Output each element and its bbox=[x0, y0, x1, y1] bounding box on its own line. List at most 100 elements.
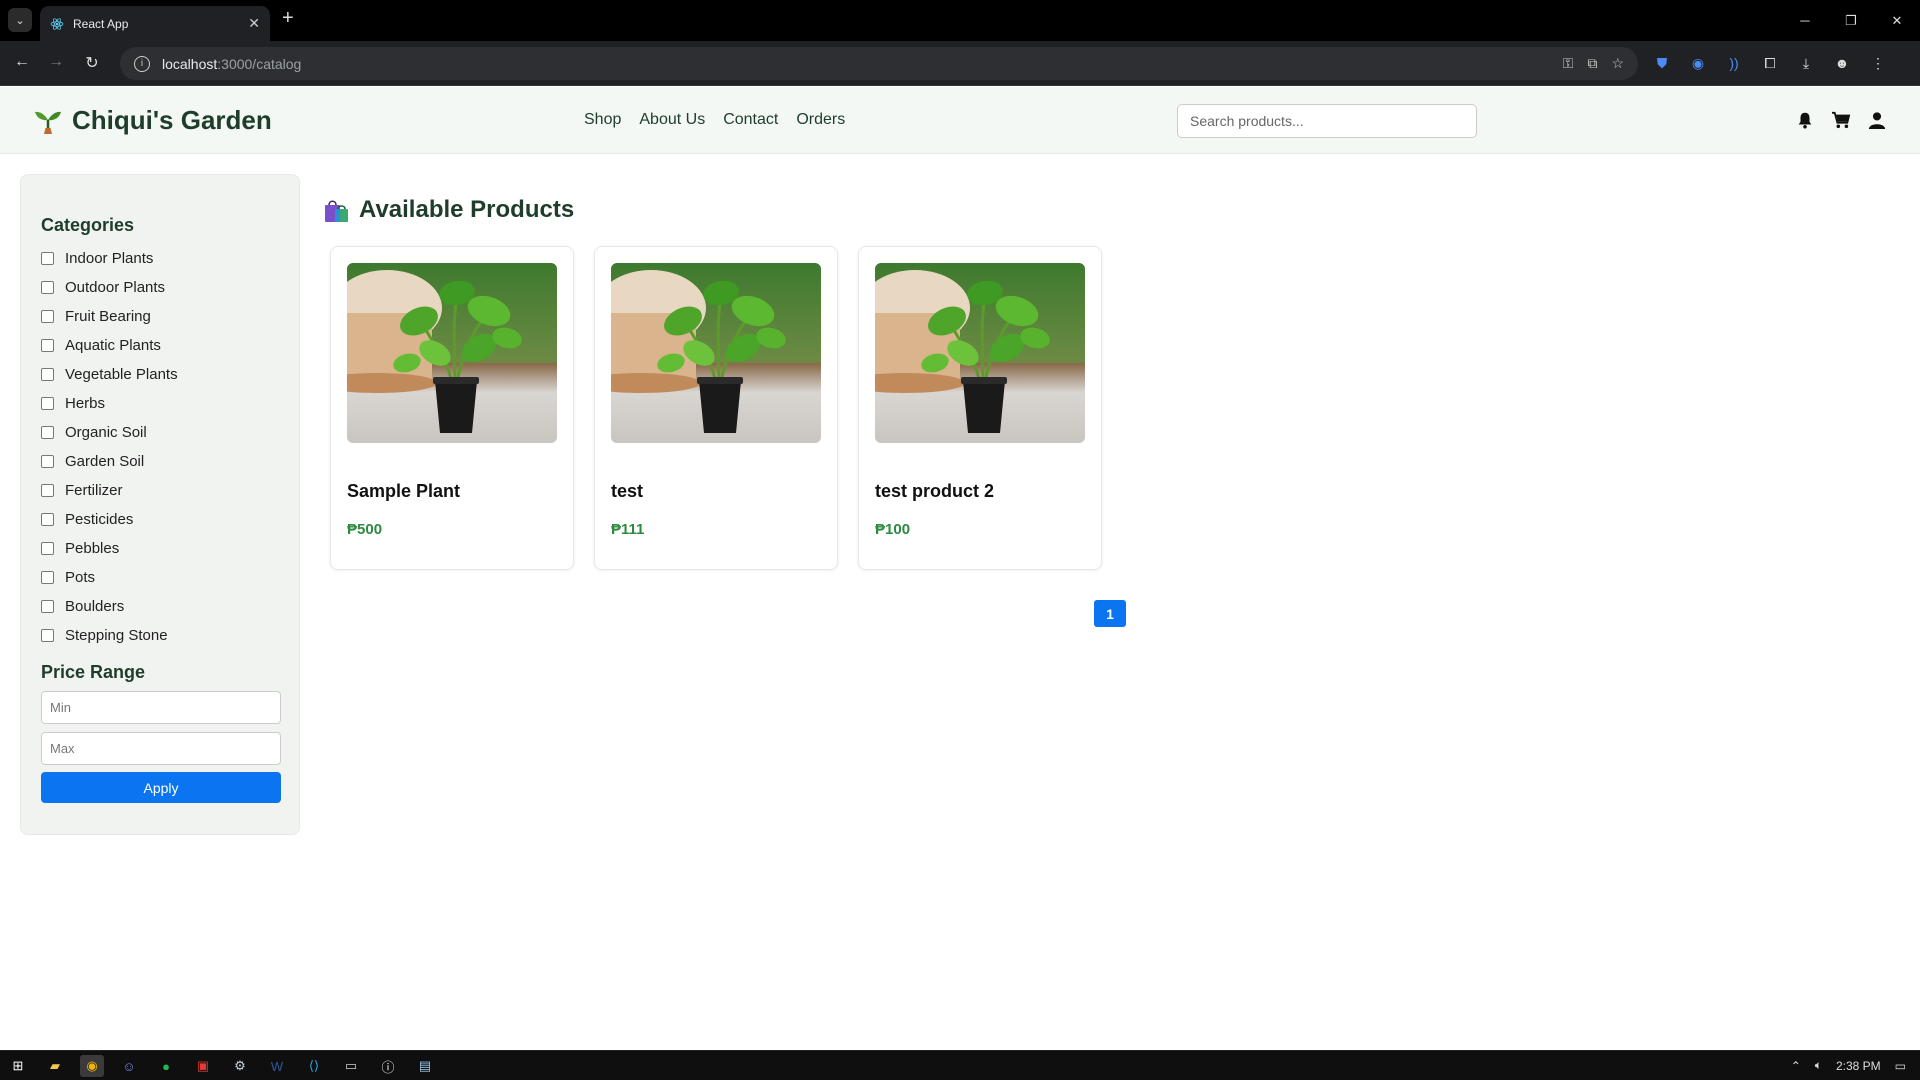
category-item[interactable]: Herbs bbox=[41, 389, 279, 418]
extensions-puzzle-icon[interactable]: ⧠ bbox=[1760, 53, 1780, 73]
word-icon[interactable]: W bbox=[265, 1055, 289, 1077]
user-icon[interactable] bbox=[1866, 109, 1888, 131]
sprout-logo-icon bbox=[35, 111, 61, 134]
category-item[interactable]: Indoor Plants bbox=[41, 244, 279, 273]
product-card[interactable]: test product 2 ₱100 bbox=[858, 246, 1102, 570]
category-checkbox[interactable] bbox=[41, 426, 54, 439]
install-app-icon[interactable]: ⧉ bbox=[1587, 55, 1597, 72]
shield-extension-icon[interactable]: ⛊ bbox=[1652, 53, 1672, 73]
bookmark-star-icon[interactable]: ☆ bbox=[1611, 55, 1624, 72]
site-info-icon[interactable]: i bbox=[134, 55, 150, 72]
search-input[interactable] bbox=[1177, 104, 1477, 138]
category-item[interactable]: Stepping Stone bbox=[41, 621, 279, 650]
category-checkbox[interactable] bbox=[41, 339, 54, 352]
password-key-icon[interactable]: ⚿ bbox=[1563, 55, 1574, 72]
category-item[interactable]: Pots bbox=[41, 563, 279, 592]
address-bar-row: ← → ↻ i localhost:3000/catalog ⚿ ⧉ ☆ ⛊ ◉… bbox=[0, 41, 1920, 86]
max-price-input[interactable] bbox=[41, 732, 281, 765]
tab-close-icon[interactable]: ✕ bbox=[248, 15, 260, 32]
nav-shop[interactable]: Shop bbox=[584, 111, 621, 129]
brand[interactable]: Chiqui's Garden bbox=[32, 104, 272, 136]
product-card[interactable]: test ₱111 bbox=[594, 246, 838, 570]
terminal-icon[interactable]: ▭ bbox=[339, 1055, 363, 1077]
category-checkbox[interactable] bbox=[41, 397, 54, 410]
category-checkbox[interactable] bbox=[41, 513, 54, 526]
reload-icon[interactable]: ↻ bbox=[82, 53, 102, 73]
category-item[interactable]: Fertilizer bbox=[41, 476, 279, 505]
category-checkbox[interactable] bbox=[41, 600, 54, 613]
product-card[interactable]: Sample Plant ₱500 bbox=[330, 246, 574, 570]
chrome-icon[interactable]: ◉ bbox=[80, 1055, 104, 1077]
header-icons bbox=[1794, 109, 1888, 131]
category-item[interactable]: Garden Soil bbox=[41, 447, 279, 476]
notification-icon[interactable]: ▭ bbox=[1895, 1059, 1906, 1073]
omnibox-actions: ⚿ ⧉ ☆ bbox=[1563, 55, 1624, 72]
category-checkbox[interactable] bbox=[41, 252, 54, 265]
category-label: Pesticides bbox=[65, 511, 134, 528]
category-label: Fruit Bearing bbox=[65, 308, 151, 325]
url-omnibox[interactable]: i localhost:3000/catalog ⚿ ⧉ ☆ bbox=[120, 47, 1638, 80]
volume-icon[interactable]: 🔈︎ bbox=[1815, 1058, 1822, 1073]
category-item[interactable]: Vegetable Plants bbox=[41, 360, 279, 389]
discord-icon[interactable]: ☺ bbox=[117, 1055, 141, 1077]
tab-search-icon[interactable]: ⌄ bbox=[8, 8, 32, 32]
forward-icon[interactable]: → bbox=[46, 53, 66, 71]
category-label: Boulders bbox=[65, 598, 125, 615]
tray-chevron-icon[interactable]: ⌃ bbox=[1791, 1059, 1801, 1073]
os-taskbar: ⊞ ▰ ◉ ☺ ● ▣ ⚙ W ⟨⟩ ▭ ⓘ ▤ ⌃ 🔈︎ 2:38 PM ▭ bbox=[0, 1050, 1920, 1080]
red-app-icon[interactable]: ▣ bbox=[191, 1055, 215, 1077]
file-explorer-icon[interactable]: ▰ bbox=[43, 1055, 67, 1077]
category-item[interactable]: Pesticides bbox=[41, 505, 279, 534]
audio-extension-icon[interactable]: )) bbox=[1724, 53, 1744, 73]
profile-avatar-icon[interactable]: ☻ bbox=[1832, 53, 1852, 73]
category-label: Indoor Plants bbox=[65, 250, 154, 267]
window-close-icon[interactable]: ✕ bbox=[1874, 0, 1920, 41]
cart-icon[interactable] bbox=[1830, 109, 1852, 131]
clock-time[interactable]: 2:38 PM bbox=[1836, 1059, 1881, 1073]
category-item[interactable]: Outdoor Plants bbox=[41, 273, 279, 302]
nav-about-us[interactable]: About Us bbox=[639, 111, 705, 129]
category-checkbox[interactable] bbox=[41, 281, 54, 294]
category-item[interactable]: Fruit Bearing bbox=[41, 302, 279, 331]
nav-contact[interactable]: Contact bbox=[723, 111, 778, 129]
category-item[interactable]: Boulders bbox=[41, 592, 279, 621]
extension-icons: ⛊ ◉ )) ⧠ ⤓ ☻ ⋮ bbox=[1652, 53, 1888, 73]
min-price-input[interactable] bbox=[41, 691, 281, 724]
pagination-page-button[interactable]: 1 bbox=[1094, 600, 1126, 627]
download-icon[interactable]: ⤓ bbox=[1796, 53, 1816, 73]
category-checkbox[interactable] bbox=[41, 310, 54, 323]
shazam-extension-icon[interactable]: ◉ bbox=[1688, 53, 1708, 73]
windows-start-icon[interactable]: ⊞ bbox=[6, 1055, 30, 1077]
product-image[interactable] bbox=[347, 263, 557, 443]
category-checkbox[interactable] bbox=[41, 368, 54, 381]
category-checkbox[interactable] bbox=[41, 629, 54, 642]
product-image[interactable] bbox=[611, 263, 821, 443]
browser-tab[interactable]: React App ✕ bbox=[40, 6, 270, 41]
products-title: Available Products bbox=[359, 196, 575, 223]
new-tab-icon[interactable]: + bbox=[282, 7, 294, 30]
category-checkbox[interactable] bbox=[41, 542, 54, 555]
category-label: Pots bbox=[65, 569, 96, 586]
product-image[interactable] bbox=[875, 263, 1085, 443]
nav-orders[interactable]: Orders bbox=[796, 111, 845, 129]
info-app-icon[interactable]: ⓘ bbox=[376, 1055, 400, 1077]
notepad-icon[interactable]: ▤ bbox=[413, 1055, 437, 1077]
spotify-icon[interactable]: ● bbox=[154, 1055, 178, 1077]
category-item[interactable]: Aquatic Plants bbox=[41, 331, 279, 360]
apply-button[interactable]: Apply bbox=[41, 772, 281, 803]
minimize-icon[interactable]: ─ bbox=[1782, 0, 1828, 41]
category-item[interactable]: Organic Soil bbox=[41, 418, 279, 447]
restore-icon[interactable]: ❐ bbox=[1828, 0, 1874, 41]
category-checkbox[interactable] bbox=[41, 571, 54, 584]
steam-icon[interactable]: ⚙ bbox=[228, 1055, 252, 1077]
price-range-heading: Price Range bbox=[41, 662, 146, 682]
vscode-icon[interactable]: ⟨⟩ bbox=[302, 1055, 326, 1077]
category-checkbox[interactable] bbox=[41, 484, 54, 497]
category-item[interactable]: Pebbles bbox=[41, 534, 279, 563]
category-checkbox[interactable] bbox=[41, 455, 54, 468]
products-heading: Available Products bbox=[322, 196, 574, 224]
browser-menu-icon[interactable]: ⋮ bbox=[1868, 53, 1888, 73]
filter-sidebar: Categories Indoor Plants Outdoor Plants … bbox=[20, 174, 300, 835]
back-icon[interactable]: ← bbox=[12, 53, 32, 71]
bell-icon[interactable] bbox=[1794, 109, 1816, 131]
